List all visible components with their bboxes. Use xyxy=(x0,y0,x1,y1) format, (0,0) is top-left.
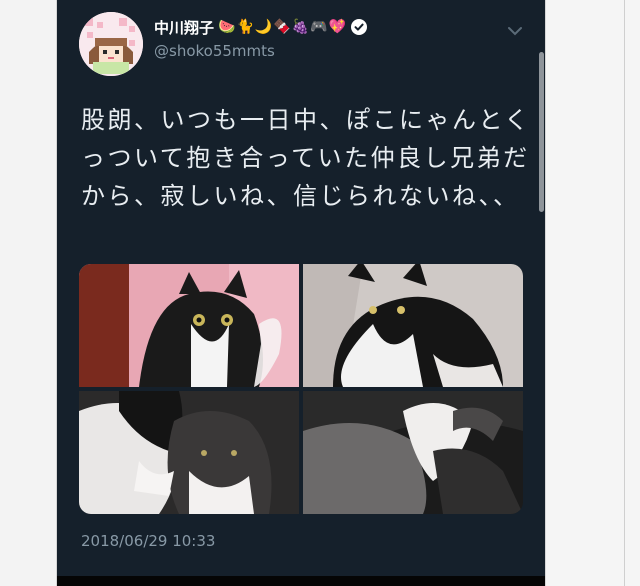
verified-badge-icon xyxy=(351,19,368,35)
cat-emoji: 🐈 xyxy=(236,19,255,35)
tweet-text: 股朗、いつも一日中、ぽこにゃんとくっついて抱き合っていた仲良し兄弟だから、寂しい… xyxy=(81,106,531,210)
photo-2[interactable] xyxy=(303,264,523,387)
right-margin xyxy=(545,0,640,586)
tweet-timestamp[interactable]: 2018/06/29 10:33 xyxy=(81,532,215,550)
page-edge-divider xyxy=(624,0,625,586)
bottom-bar xyxy=(57,576,545,586)
chocolate-emoji: 🍫 xyxy=(273,19,292,35)
photo-1[interactable] xyxy=(79,264,299,387)
photo-3[interactable] xyxy=(79,391,299,514)
photo-grid xyxy=(79,264,523,514)
display-name: 中川翔子 xyxy=(154,18,215,37)
name-emojis: 🍉🐈🌙🍫🍇🎮💖 xyxy=(218,19,347,35)
photo-4[interactable] xyxy=(303,391,523,514)
game-controller-emoji: 🎮 xyxy=(310,19,329,35)
display-name-row[interactable]: 中川翔子 🍉🐈🌙🍫🍇🎮💖 xyxy=(154,16,368,38)
chevron-down-icon[interactable] xyxy=(507,22,523,41)
grapes-emoji: 🍇 xyxy=(291,19,311,35)
moon-emoji: 🌙 xyxy=(254,19,274,35)
user-handle[interactable]: @shoko55mmts xyxy=(154,42,275,60)
sparkling-heart-emoji: 💖 xyxy=(328,19,348,35)
left-margin xyxy=(0,0,57,586)
watermelon-emoji: 🍉 xyxy=(218,19,237,35)
scrollbar[interactable] xyxy=(539,52,544,212)
avatar-icon xyxy=(79,12,143,76)
avatar[interactable] xyxy=(79,12,143,76)
tweet-card: 中川翔子 🍉🐈🌙🍫🍇🎮💖 @shoko55mmts 股朗、いつも一日中、ぽこにゃ… xyxy=(57,0,545,586)
